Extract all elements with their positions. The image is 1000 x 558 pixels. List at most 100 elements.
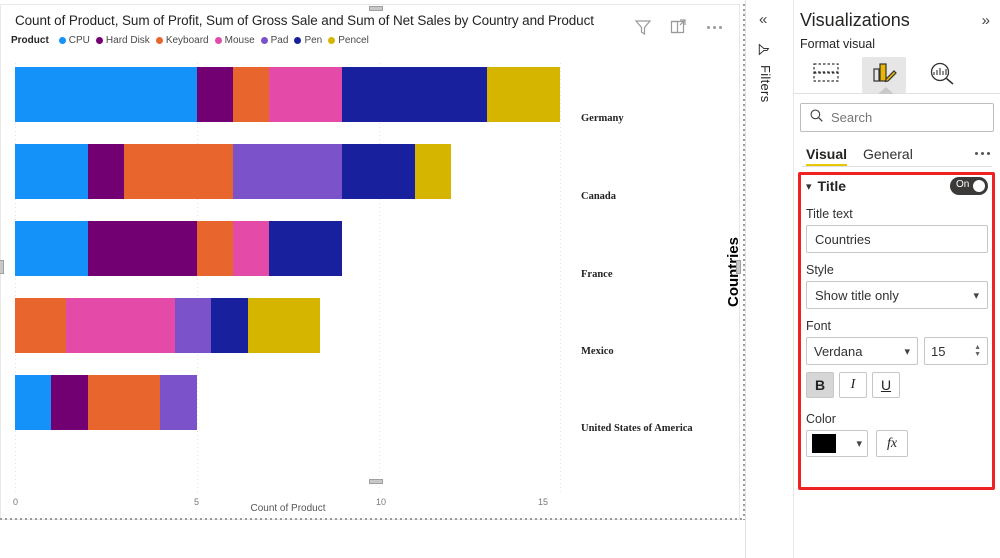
chevron-down-icon: ▾	[973, 289, 979, 302]
chart-visual-container[interactable]: Count of Product, Sum of Profit, Sum of …	[0, 4, 742, 520]
title-toggle[interactable]: On	[950, 177, 988, 195]
chart-plot-area	[15, 63, 561, 495]
font-size-stepper[interactable]: 15 ▲ ▼	[924, 337, 988, 365]
legend-item-pencel[interactable]: Pencel	[328, 35, 369, 46]
conditional-formatting-fx-button[interactable]: fx	[876, 430, 908, 457]
table-fields-icon	[813, 62, 839, 89]
bar-segment[interactable]	[196, 67, 233, 122]
bar-segment[interactable]	[123, 144, 233, 199]
style-select[interactable]: Show title only ▾	[806, 281, 988, 309]
bar-segment[interactable]	[414, 144, 451, 199]
font-style-buttons: B I U	[806, 372, 988, 398]
resize-handle-bottom[interactable]	[369, 479, 383, 484]
bar-row[interactable]	[15, 298, 321, 353]
bold-button[interactable]: B	[806, 372, 834, 398]
category-label-canada: Canada	[581, 191, 617, 202]
font-controls-row: Verdana ▾ 15 ▲ ▼	[806, 337, 988, 365]
bar-segment[interactable]	[15, 375, 52, 430]
search-input[interactable]	[831, 110, 985, 125]
category-label-mexico: Mexico	[581, 346, 614, 357]
subtabs-more-options-icon[interactable]	[975, 152, 990, 161]
legend-item-pad[interactable]: Pad	[260, 35, 288, 46]
subtab-general[interactable]: General	[863, 146, 913, 167]
font-family-select[interactable]: Verdana ▾	[806, 337, 918, 365]
bar-row[interactable]	[15, 67, 560, 122]
bar-segment[interactable]	[65, 298, 175, 353]
title-format-card: ▾ Title On Title text Style Show title o…	[794, 167, 1000, 457]
bar-segment[interactable]	[232, 67, 270, 122]
filters-label: Filters	[758, 65, 773, 103]
filters-rail: « Filters	[745, 0, 793, 558]
legend-label-keyboard: Keyboard	[165, 35, 209, 46]
filter-icon[interactable]	[633, 17, 653, 37]
magnifier-chart-icon	[929, 61, 955, 90]
bar-segment[interactable]	[87, 375, 161, 430]
legend-swatch-hard-disk	[95, 37, 103, 44]
bar-segment[interactable]	[15, 67, 197, 122]
bar-segment[interactable]	[15, 298, 66, 353]
title-text-input[interactable]	[806, 225, 988, 253]
underline-button[interactable]: U	[872, 372, 900, 398]
title-section-label: Title	[817, 178, 847, 194]
color-swatch	[812, 434, 836, 453]
bar-segment[interactable]	[87, 144, 124, 199]
bar-row[interactable]	[15, 221, 342, 276]
title-section-expander[interactable]: ▾ Title	[806, 178, 846, 194]
legend-swatch-pad	[260, 37, 268, 44]
subtabs-rule	[802, 166, 992, 167]
resize-handle-left[interactable]	[0, 260, 4, 274]
bar-segment[interactable]	[269, 67, 342, 122]
expand-panel-icon[interactable]: »	[982, 12, 990, 29]
stepper-arrows-icon[interactable]: ▲ ▼	[974, 344, 981, 358]
bar-segment[interactable]	[232, 144, 342, 199]
resize-handle-top[interactable]	[369, 6, 383, 11]
italic-button[interactable]: I	[839, 372, 867, 398]
bar-segment[interactable]	[232, 221, 270, 276]
chevron-down-icon: ▾	[856, 438, 862, 450]
bar-segment[interactable]	[247, 298, 321, 353]
legend-item-mouse[interactable]: Mouse	[214, 35, 255, 46]
collapse-panel-icon[interactable]: «	[759, 12, 767, 27]
stepper-down-icon[interactable]: ▼	[974, 351, 981, 358]
bar-segment[interactable]	[174, 298, 212, 353]
title-text-label: Title text	[806, 207, 853, 221]
color-picker[interactable]: ▾	[806, 430, 868, 457]
filters-pane-toggle[interactable]: Filters	[758, 40, 773, 103]
bar-segment[interactable]	[211, 298, 248, 353]
bar-row[interactable]	[15, 144, 451, 199]
legend-item-cpu[interactable]: CPU	[58, 35, 90, 46]
report-canvas: Count of Product, Sum of Profit, Sum of …	[0, 0, 745, 558]
build-visual-tab[interactable]	[804, 57, 848, 93]
bar-segment[interactable]	[341, 67, 488, 122]
category-label-germany: Germany	[581, 113, 624, 124]
subtab-visual[interactable]: Visual	[806, 146, 847, 167]
more-options-icon[interactable]	[703, 18, 725, 36]
tab-strip-rule	[794, 93, 1000, 94]
bar-row[interactable]	[15, 375, 197, 430]
legend-item-pen[interactable]: Pen	[294, 35, 322, 46]
analytics-tab[interactable]	[920, 57, 964, 93]
legend-swatch-pencel	[328, 37, 336, 44]
legend-item-keyboard[interactable]: Keyboard	[155, 35, 209, 46]
legend-swatch-cpu	[58, 37, 66, 44]
bar-segment[interactable]	[196, 221, 233, 276]
category-label-france: France	[581, 269, 613, 280]
legend-item-hard-disk[interactable]: Hard Disk	[95, 35, 150, 46]
bar-segment[interactable]	[51, 375, 88, 430]
resize-handle-right[interactable]	[736, 260, 741, 274]
search-box[interactable]	[800, 103, 994, 132]
stepper-up-icon[interactable]: ▲	[974, 344, 981, 351]
bar-segment[interactable]	[341, 144, 415, 199]
bar-segment[interactable]	[15, 221, 88, 276]
gridline-10	[379, 63, 380, 495]
chart-title: Count of Product, Sum of Profit, Sum of …	[15, 13, 594, 28]
bar-segment[interactable]	[15, 144, 88, 199]
title-toggle-state: On	[956, 179, 970, 190]
bar-segment[interactable]	[269, 221, 342, 276]
bar-segment[interactable]	[87, 221, 197, 276]
gridline-5	[197, 63, 198, 495]
bar-segment[interactable]	[487, 67, 560, 122]
focus-mode-icon[interactable]	[668, 17, 688, 37]
font-size-value: 15	[931, 343, 946, 359]
bar-segment[interactable]	[160, 375, 197, 430]
